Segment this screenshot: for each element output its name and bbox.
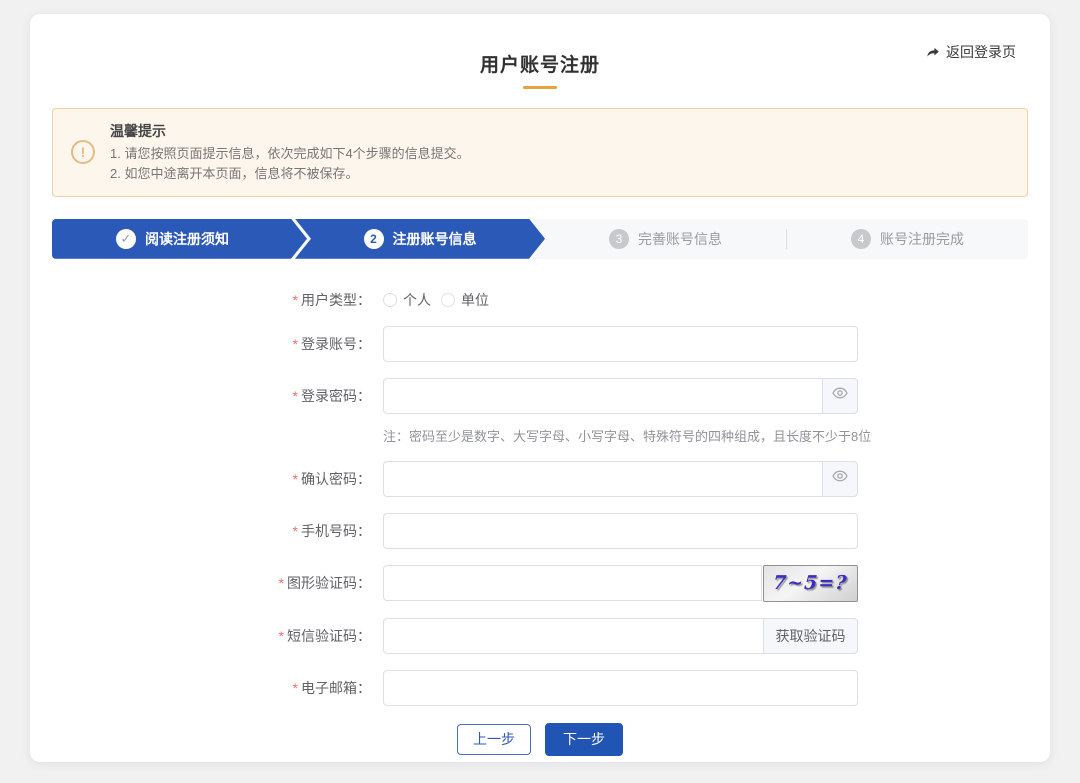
required-asterisk: *: [293, 680, 298, 696]
mobile-label: *手机号码：: [30, 521, 383, 541]
image-captcha-row: *图形验证码： 7~5=?: [30, 565, 1050, 602]
confirm-password-input[interactable]: [383, 461, 822, 497]
radio-personal-label: 个人: [403, 290, 431, 310]
notice-line-2: 2. 如您中途离开本页面，信息将不被保存。: [110, 165, 470, 184]
confirm-password-row: *确认密码：: [30, 461, 1050, 497]
radio-circle-icon: [441, 293, 455, 307]
eye-icon: [832, 468, 848, 489]
notice-title: 温馨提示: [110, 121, 470, 141]
required-asterisk: *: [293, 292, 298, 308]
step-read-notice: ✓ 阅读注册须知: [52, 219, 307, 259]
email-label: *电子邮箱：: [30, 678, 383, 698]
sms-code-row: *短信验证码： 获取验证码: [30, 618, 1050, 654]
notice-box: ! 温馨提示 1. 请您按照页面提示信息，依次完成如下4个步骤的信息提交。 2.…: [52, 108, 1028, 197]
captcha-image[interactable]: 7~5=?: [763, 565, 858, 602]
radio-personal[interactable]: 个人: [383, 290, 431, 310]
registration-form: *用户类型： 个人 单位 *登录账号： *登录密码：: [30, 290, 1050, 756]
password-input[interactable]: [383, 378, 822, 414]
required-asterisk: *: [279, 628, 284, 644]
step-label: 注册账号信息: [393, 229, 477, 249]
step-progress-bar: ✓ 阅读注册须知 2 注册账号信息 3 完善账号信息 4 账号注册完成: [52, 219, 1028, 259]
required-asterisk: *: [293, 336, 298, 352]
step-number-badge: 2: [364, 229, 384, 249]
user-type-row: *用户类型： 个人 单位: [30, 290, 1050, 310]
step-number-badge: 3: [609, 229, 629, 249]
account-row: *登录账号：: [30, 326, 1050, 362]
password-label: *登录密码：: [30, 386, 383, 406]
password-rule-note: 注：密码至少是数字、大写字母、小写字母、特殊符号的四种组成，且长度不少于8位: [383, 426, 1050, 445]
step-complete-account-info: 3 完善账号信息: [545, 229, 786, 249]
radio-circle-icon: [383, 293, 397, 307]
email-row: *电子邮箱：: [30, 670, 1050, 706]
captcha-image-text: 7~5=?: [773, 572, 849, 594]
step-done-check-icon: ✓: [116, 229, 136, 249]
toggle-password-visibility-button[interactable]: [822, 378, 858, 414]
required-asterisk: *: [279, 575, 284, 591]
required-asterisk: *: [293, 471, 298, 487]
step-label: 账号注册完成: [880, 229, 964, 249]
previous-step-button[interactable]: 上一步: [457, 724, 531, 755]
notice-content: 温馨提示 1. 请您按照页面提示信息，依次完成如下4个步骤的信息提交。 2. 如…: [110, 121, 470, 184]
radio-organization[interactable]: 单位: [441, 290, 489, 310]
confirm-password-label: *确认密码：: [30, 469, 383, 489]
notice-line-1: 1. 请您按照页面提示信息，依次完成如下4个步骤的信息提交。: [110, 145, 470, 164]
next-step-button[interactable]: 下一步: [545, 723, 623, 756]
forward-arrow-icon: [926, 45, 940, 59]
password-row: *登录密码：: [30, 378, 1050, 414]
registration-card: 返回登录页 用户账号注册 ! 温馨提示 1. 请您按照页面提示信息，依次完成如下…: [30, 14, 1050, 762]
step-registration-done: 4 账号注册完成: [787, 229, 1028, 249]
image-captcha-label: *图形验证码：: [30, 573, 383, 593]
back-link-label: 返回登录页: [946, 42, 1016, 62]
step-number-badge: 4: [851, 229, 871, 249]
mobile-input[interactable]: [383, 513, 858, 549]
form-actions: 上一步 下一步: [30, 723, 1050, 756]
sms-code-label: *短信验证码：: [30, 626, 383, 646]
step-register-account-info: 2 注册账号信息: [295, 219, 545, 259]
get-sms-code-button[interactable]: 获取验证码: [763, 618, 858, 654]
title-area: 用户账号注册: [30, 14, 1050, 89]
required-asterisk: *: [293, 523, 298, 539]
required-asterisk: *: [293, 388, 298, 404]
account-label: *登录账号：: [30, 334, 383, 354]
step-label: 阅读注册须知: [145, 229, 229, 249]
eye-icon: [832, 385, 848, 406]
warning-icon: !: [71, 140, 95, 164]
step-label: 完善账号信息: [638, 229, 722, 249]
sms-code-input[interactable]: [383, 618, 763, 654]
email-input[interactable]: [383, 670, 858, 706]
back-to-login-link[interactable]: 返回登录页: [926, 42, 1016, 62]
page-title: 用户账号注册: [30, 50, 1050, 77]
user-type-label: *用户类型：: [30, 290, 383, 310]
account-input[interactable]: [383, 326, 858, 362]
toggle-confirm-password-visibility-button[interactable]: [822, 461, 858, 497]
radio-organization-label: 单位: [461, 290, 489, 310]
image-captcha-input[interactable]: [383, 565, 762, 601]
title-underline: [523, 86, 557, 89]
mobile-row: *手机号码：: [30, 513, 1050, 549]
